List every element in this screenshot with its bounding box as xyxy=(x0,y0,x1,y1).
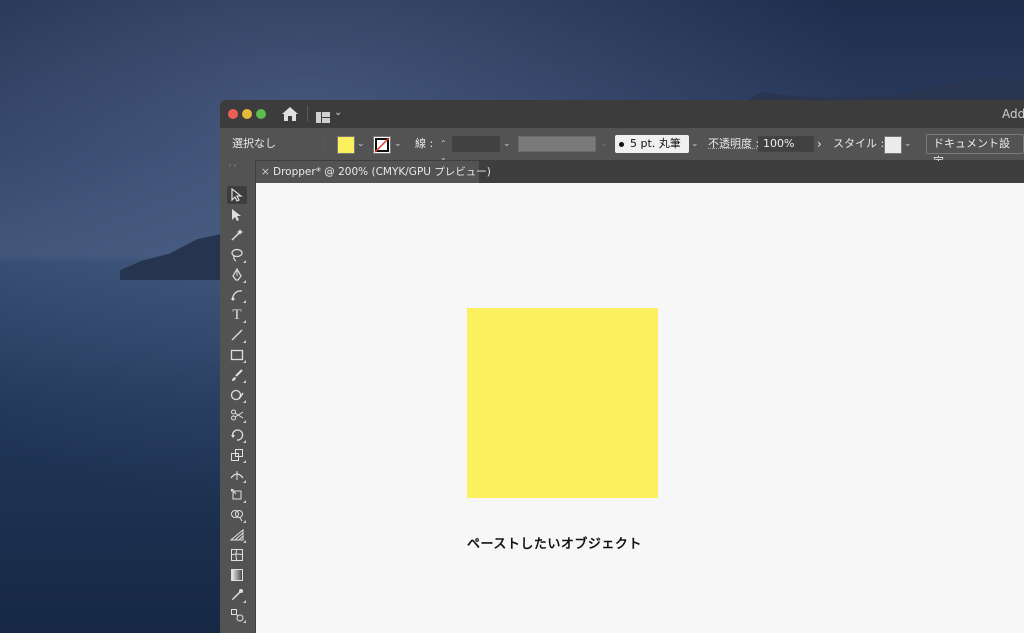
rectangle-tool-icon[interactable] xyxy=(227,346,247,364)
scale-tool-icon[interactable] xyxy=(227,446,247,464)
type-tool-icon[interactable]: T xyxy=(227,306,247,324)
fill-swatch[interactable] xyxy=(337,136,355,154)
shape-builder-tool-icon[interactable] xyxy=(227,506,247,524)
control-divider xyxy=(324,136,325,152)
illustrator-window: ⌄ Add 選択なし ⌄ ⌄ 線 : ⌃ ⌄ ⌄ ⌄ 5 pt. 丸筆 ⌄ 不透明… xyxy=(220,100,1024,633)
paintbrush-tool-icon[interactable] xyxy=(227,366,247,384)
stroke-weight-input[interactable] xyxy=(452,136,500,152)
workspace-switcher-icon[interactable] xyxy=(316,108,330,123)
perspective-grid-tool-icon[interactable] xyxy=(227,526,247,544)
lasso-tool-icon[interactable] xyxy=(227,246,247,264)
island-silhouette xyxy=(120,232,230,280)
document-tab-title: Dropper* @ 200% (CMYK/GPU プレビュー) xyxy=(273,166,491,178)
opacity-more-button[interactable]: › xyxy=(817,128,822,160)
style-chevron-down-icon[interactable]: ⌄ xyxy=(904,128,912,160)
mesh-tool-icon[interactable] xyxy=(227,546,247,564)
scissors-tool-icon[interactable] xyxy=(227,406,247,424)
minimize-window-button[interactable] xyxy=(242,109,252,119)
stroke-chevron-down-icon[interactable]: ⌄ xyxy=(394,128,402,160)
stroke-swatch[interactable] xyxy=(373,136,391,154)
direct-selection-tool-icon[interactable] xyxy=(227,206,247,224)
stroke-weight-chevron-down-icon[interactable]: ⌄ xyxy=(503,128,511,160)
titlebar-divider xyxy=(307,106,308,122)
blend-tool-icon[interactable] xyxy=(227,606,247,624)
document-tab[interactable]: × Dropper* @ 200% (CMYK/GPU プレビュー) xyxy=(255,161,491,183)
magic-wand-tool-icon[interactable] xyxy=(227,226,247,244)
brush-label: 5 pt. 丸筆 xyxy=(630,137,681,150)
zoom-window-button[interactable] xyxy=(256,109,266,119)
line-segment-tool-icon[interactable] xyxy=(227,326,247,344)
pen-tool-icon[interactable] xyxy=(227,266,247,284)
stroke-label: 線 : xyxy=(415,137,434,150)
fill-chevron-down-icon[interactable]: ⌄ xyxy=(357,128,365,160)
width-tool-icon[interactable] xyxy=(227,466,247,484)
curvature-tool-icon[interactable] xyxy=(227,286,247,304)
artboard-caption[interactable]: ペーストしたいオブジェクト xyxy=(467,533,642,552)
variable-width-profile[interactable] xyxy=(518,136,596,152)
profile-chevron-down-icon[interactable]: ⌄ xyxy=(600,128,608,160)
selection-status: 選択なし xyxy=(232,137,276,150)
brush-chevron-down-icon[interactable]: ⌄ xyxy=(691,128,699,160)
graphic-style-label: スタイル : xyxy=(833,137,885,150)
opacity-input[interactable]: 100% xyxy=(758,136,814,152)
artboard-canvas[interactable]: ペーストしたいオブジェクト xyxy=(256,183,1024,633)
yellow-square-object[interactable] xyxy=(467,308,658,498)
close-window-button[interactable] xyxy=(228,109,238,119)
panel-grip-icon[interactable]: ˅˅ xyxy=(228,164,238,173)
opacity-label[interactable]: 不透明度 : xyxy=(708,128,759,160)
document-setup-button[interactable]: ドキュメント設定 xyxy=(926,134,1024,168)
title-bar: ⌄ Add xyxy=(220,100,1024,128)
eyedropper-tool-icon[interactable] xyxy=(227,586,247,604)
document-tab-bar: × Dropper* @ 200% (CMYK/GPU プレビュー) xyxy=(255,161,1024,183)
shaper-tool-icon[interactable] xyxy=(227,386,247,404)
close-tab-icon[interactable]: × xyxy=(261,161,273,183)
graphic-style-swatch[interactable] xyxy=(884,136,902,154)
tools-panel: ˅˅ T xyxy=(220,160,256,633)
chevron-down-icon[interactable]: ⌄ xyxy=(334,107,342,118)
selection-tool-icon[interactable] xyxy=(227,186,247,204)
home-icon[interactable] xyxy=(281,106,299,122)
brush-definition[interactable]: 5 pt. 丸筆 xyxy=(615,135,689,153)
free-transform-tool-icon[interactable] xyxy=(227,486,247,504)
gradient-tool-icon[interactable] xyxy=(227,566,247,584)
app-name: Add xyxy=(1002,107,1024,121)
rotate-tool-icon[interactable] xyxy=(227,426,247,444)
brush-dot-icon xyxy=(619,141,624,147)
control-bar: 選択なし ⌄ ⌄ 線 : ⌃ ⌄ ⌄ ⌄ 5 pt. 丸筆 ⌄ 不透明度 : 10… xyxy=(220,128,1024,168)
